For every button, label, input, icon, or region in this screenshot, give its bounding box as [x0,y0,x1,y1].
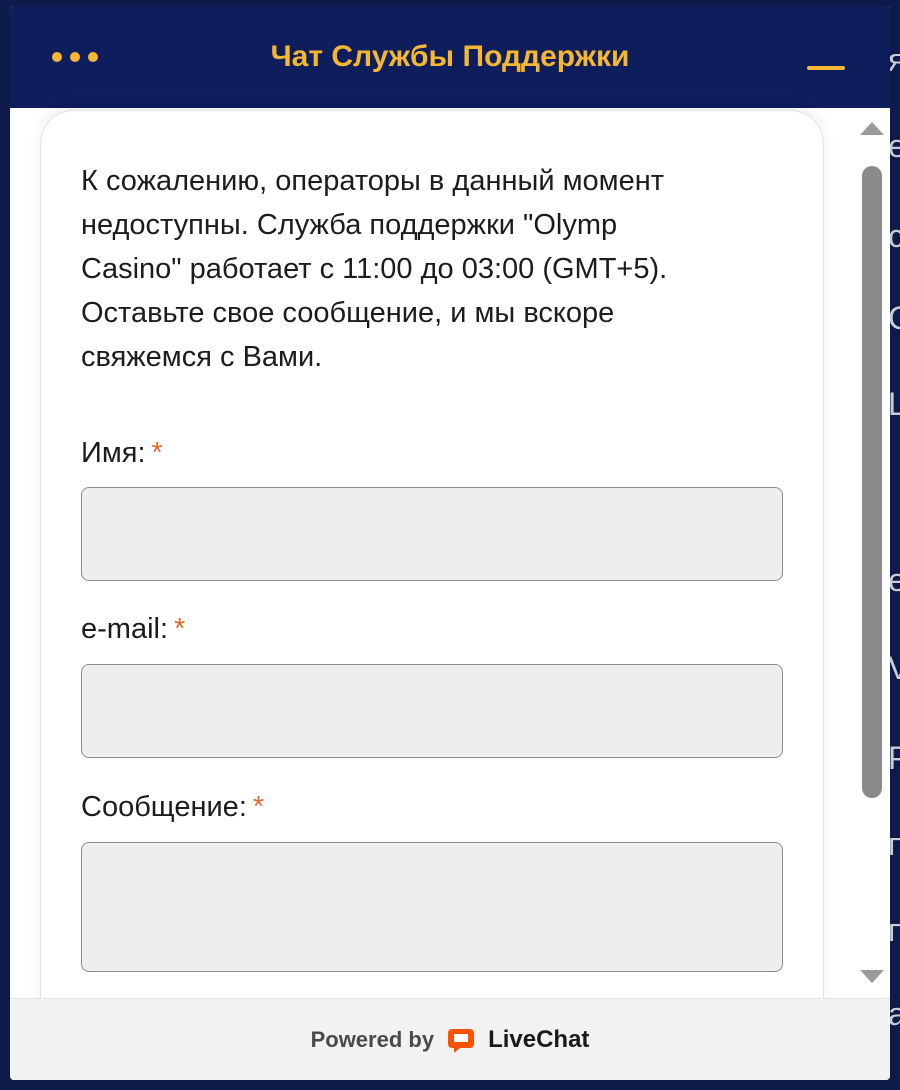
required-asterisk: * [174,613,186,645]
offline-message-line: Оставьте свое сообщение, и мы вскоре [81,297,615,329]
powered-by-footer[interactable]: Powered by LiveChat [10,998,890,1080]
required-asterisk: * [252,791,265,823]
offline-message: К сожалению, операторы в данный момент н… [81,159,771,379]
livechat-logo-icon [446,1025,476,1055]
email-input[interactable] [81,664,783,758]
name-label-text: Имя: [81,437,146,469]
livechat-brand: LiveChat [488,1025,590,1053]
dot [52,52,62,62]
scroll-up-arrow-icon[interactable] [860,122,884,135]
offline-message-line: К сожалению, операторы в данный момент [81,165,665,197]
scroll-down-arrow-icon[interactable] [860,970,884,983]
dot [88,52,98,62]
chat-widget: Чат Службы Поддержки К сожалению, операт… [10,6,890,1080]
name-label: Имя: * [81,437,163,470]
offline-message-line: Casino" работает с 11:00 до 03:00 (GMT+5… [81,253,668,285]
powered-by-text: Powered by [310,1026,435,1052]
message-label: Сообщение: * [81,791,264,824]
message-label-text: Сообщение: [81,791,247,823]
chat-header: Чат Службы Поддержки [10,6,890,108]
minimize-icon[interactable] [804,46,848,76]
name-input[interactable] [81,487,783,581]
chat-title: Чат Службы Поддержки [270,40,630,73]
offline-message-line: свяжемся с Вами. [81,341,323,373]
minimize-bar [807,66,845,70]
dot [70,52,80,62]
required-asterisk: * [151,437,163,469]
chat-body: К сожалению, операторы в данный момент н… [10,108,890,1030]
more-dots-icon[interactable] [52,46,98,68]
email-label-text: e-mail: [81,613,169,645]
offline-message-line: недоступны. Служба поддержки "Olymp [81,209,618,241]
message-textarea[interactable] [81,842,783,972]
scrollbar-thumb[interactable] [862,166,882,798]
email-label: e-mail: * [81,613,185,646]
offline-form-card: К сожалению, операторы в данный момент н… [40,110,824,1030]
scrollbar[interactable] [856,118,886,994]
